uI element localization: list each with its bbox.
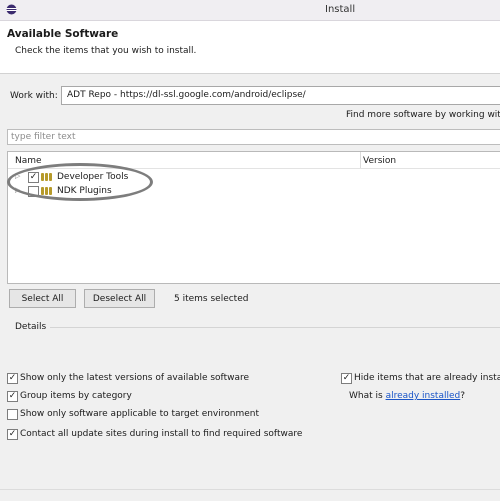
filter-input[interactable] [7, 129, 500, 145]
details-divider [50, 327, 500, 328]
deselect-all-button[interactable]: Deselect All [84, 289, 155, 308]
column-version[interactable]: Version [363, 156, 396, 166]
applicable-only-option[interactable]: Show only software applicable to target … [7, 409, 307, 421]
contact-sites-checkbox[interactable]: ✓ [7, 429, 18, 440]
latest-versions-checkbox[interactable]: ✓ [7, 373, 18, 384]
title-bar: Install [0, 0, 500, 21]
contact-sites-label: Contact all update sites during install … [20, 429, 303, 439]
details-label: Details [15, 322, 47, 332]
highlight-ring [7, 163, 153, 201]
header: Available Software Check the items that … [0, 21, 500, 74]
group-by-category-option[interactable]: ✓ Group items by category [7, 391, 307, 403]
hide-installed-label: Hide items that are already installed [354, 373, 500, 383]
contact-sites-option[interactable]: ✓ Contact all update sites during instal… [7, 429, 337, 441]
work-with-combo[interactable]: ADT Repo - https://dl-ssl.google.com/and… [61, 86, 500, 105]
column-name[interactable]: Name [15, 156, 42, 166]
page-description: Check the items that you wish to install… [15, 46, 197, 56]
column-separator [360, 152, 361, 168]
items-selected-status: 5 items selected [174, 294, 249, 304]
find-more-text: Find more software by working with th [346, 110, 500, 120]
select-all-button[interactable]: Select All [9, 289, 76, 308]
applicable-only-checkbox[interactable] [7, 409, 18, 420]
eclipse-icon [6, 4, 17, 15]
group-by-category-checkbox[interactable]: ✓ [7, 391, 18, 402]
what-is-suffix: ? [460, 391, 466, 401]
latest-versions-label: Show only the latest versions of availab… [20, 373, 250, 383]
work-with-label: Work with: [10, 91, 58, 101]
what-is-installed: What is already installed? [349, 391, 465, 401]
button-bar [0, 489, 500, 501]
hide-installed-option[interactable]: ✓ Hide items that are already installed [341, 373, 500, 385]
what-is-prefix: What is [349, 391, 386, 401]
applicable-only-label: Show only software applicable to target … [20, 409, 260, 419]
window-title: Install [325, 4, 356, 15]
latest-versions-option[interactable]: ✓ Show only the latest versions of avail… [7, 373, 307, 385]
page-title: Available Software [7, 28, 119, 40]
group-by-category-label: Group items by category [20, 391, 132, 401]
already-installed-link[interactable]: already installed [386, 391, 461, 401]
work-with-value: ADT Repo - https://dl-ssl.google.com/and… [67, 90, 306, 100]
hide-installed-checkbox[interactable]: ✓ [341, 373, 352, 384]
